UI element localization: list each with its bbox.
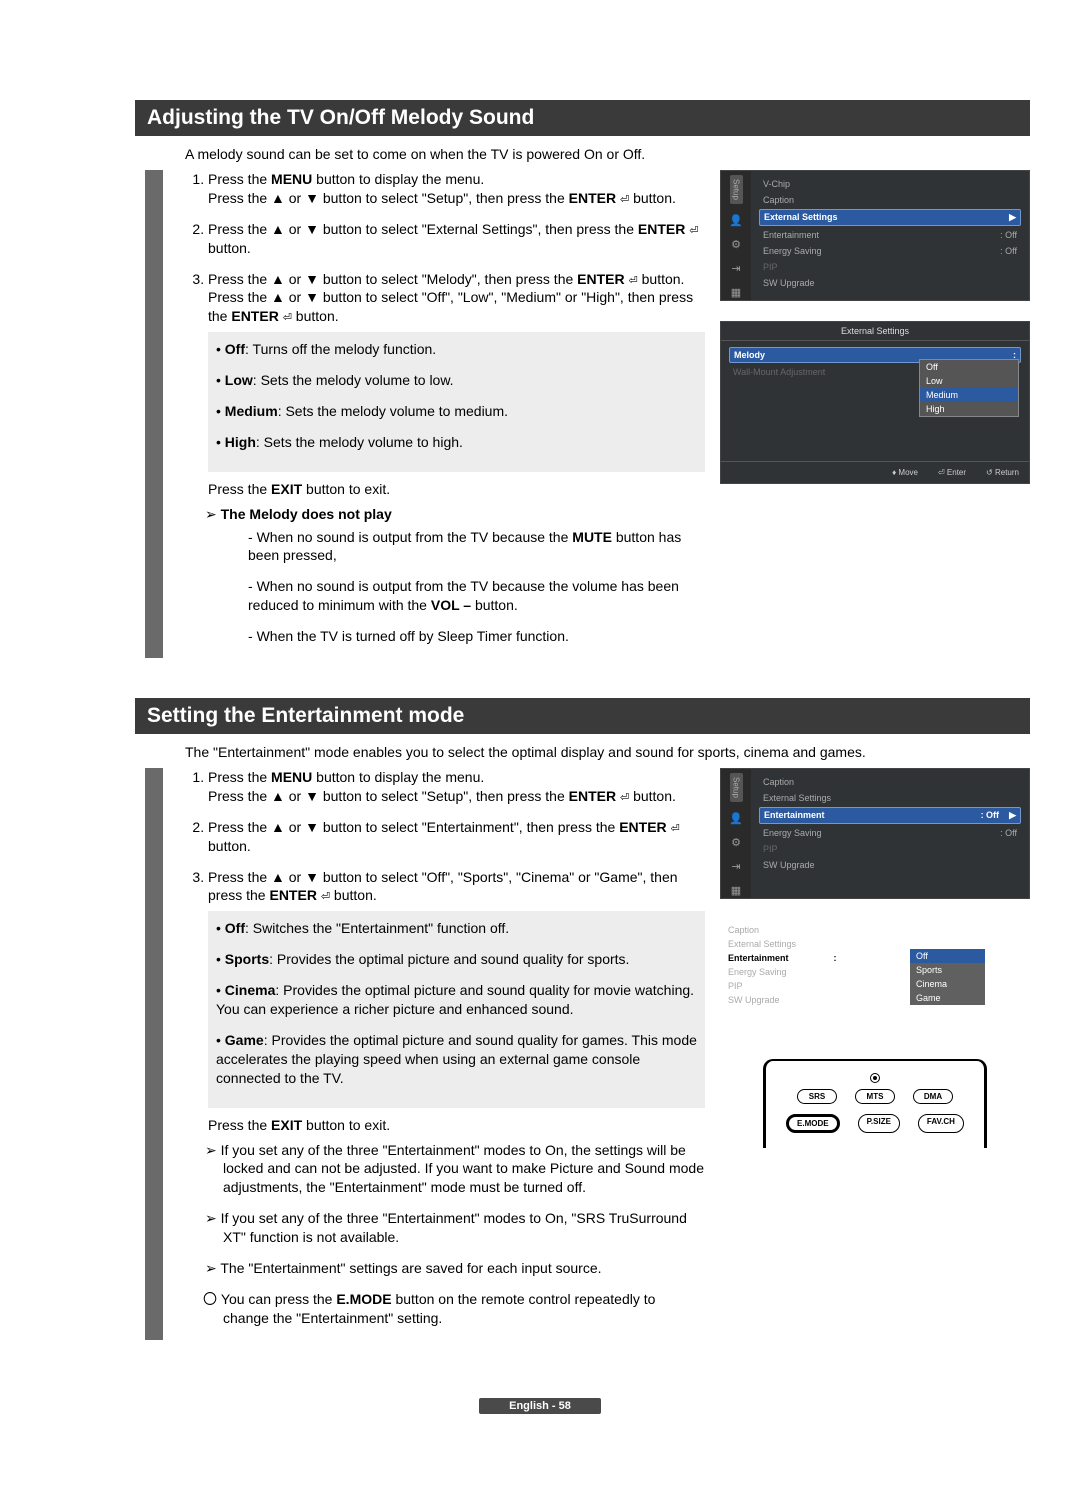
tv-screenshot-light: Caption External Settings Entertainment … xyxy=(720,919,1030,1049)
option-list: Off: Turns off the melody function. Low:… xyxy=(208,332,705,472)
enter-icon: ⏎ xyxy=(620,792,629,804)
section-title: Setting the Entertainment mode xyxy=(135,698,1030,734)
popup-item-selected: Off xyxy=(910,949,985,963)
enter-icon: ⏎ xyxy=(689,225,698,237)
melody-noplay-heading: The Melody does not play When no sound i… xyxy=(223,505,705,646)
vertical-bar xyxy=(145,170,163,658)
menu-item: Energy Saving: Off xyxy=(759,244,1021,258)
input-icon: ⇥ xyxy=(729,262,743,276)
noplay-item: When no sound is output from the TV beca… xyxy=(248,577,705,615)
remote-control-illustration: SRS MTS DMA E.MODE P.SIZE FAV.CH xyxy=(720,1059,1030,1148)
section-melody: Adjusting the TV On/Off Melody Sound A m… xyxy=(50,100,1030,658)
remote-button-mts: MTS xyxy=(855,1089,895,1104)
menu-item: PIP xyxy=(759,842,1021,856)
enter-icon: ⏎ xyxy=(321,891,330,903)
menu-item-selected: Entertainment: Off ▶ xyxy=(759,807,1021,824)
step-3: Press the ▲ or ▼ button to select "Off",… xyxy=(208,868,705,1328)
menu-item: External Settings xyxy=(759,791,1021,805)
section-title: Adjusting the TV On/Off Melody Sound xyxy=(135,100,1030,136)
option-list: Off: Switches the "Entertainment" functi… xyxy=(208,911,705,1107)
app-icon: ▦ xyxy=(729,884,743,898)
tv-screenshot-setup: Setup 👤 ⚙ ⇥ ▦ V-Chip Caption External Se… xyxy=(720,170,1030,301)
step-1: Press the MENU button to display the men… xyxy=(208,768,705,806)
gear-icon: ⚙ xyxy=(729,836,743,850)
tv-title: External Settings xyxy=(721,322,1029,341)
sidebar-label: Setup xyxy=(730,773,743,802)
gear-icon: ⚙ xyxy=(729,238,743,252)
vertical-bar xyxy=(145,768,163,1340)
step-1: Press the MENU button to display the men… xyxy=(208,170,705,208)
remote-note: You can press the E.MODE button on the r… xyxy=(223,1290,705,1328)
popup-item-selected: Medium xyxy=(920,388,1018,402)
intro-text: The "Entertainment" mode enables you to … xyxy=(185,744,1030,760)
input-icon: ⇥ xyxy=(729,860,743,874)
menu-item: PIP xyxy=(759,260,1021,274)
popup-menu: Off Sports Cinema Game xyxy=(910,949,985,1005)
footer-enter: ⏎ Enter xyxy=(938,468,966,477)
people-icon: 👤 xyxy=(729,214,743,228)
remote-button-favch: FAV.CH xyxy=(918,1114,964,1133)
noplay-item: When the TV is turned off by Sleep Timer… xyxy=(248,627,705,646)
page-footer: English - 58 xyxy=(50,1400,1030,1412)
enter-icon: ⏎ xyxy=(283,312,292,324)
menu-item: SW Upgrade xyxy=(759,276,1021,290)
step-2: Press the ▲ or ▼ button to select "Exter… xyxy=(208,220,705,258)
people-icon: 👤 xyxy=(729,812,743,826)
popup-item: Low xyxy=(920,374,1018,388)
record-icon xyxy=(870,1073,880,1083)
menu-item: Caption xyxy=(759,193,1021,207)
noplay-item: When no sound is output from the TV beca… xyxy=(248,528,705,566)
sidebar-label: Setup xyxy=(730,175,743,204)
step-3: Press the ▲ or ▼ button to select "Melod… xyxy=(208,270,705,646)
remote-button-srs: SRS xyxy=(797,1089,837,1104)
popup-item: High xyxy=(920,402,1018,416)
section-entertainment: Setting the Entertainment mode The "Ente… xyxy=(50,698,1030,1340)
popup-item: Game xyxy=(910,991,985,1005)
menu-item: Caption xyxy=(724,923,1026,937)
remote-button-dma: DMA xyxy=(913,1089,953,1104)
enter-icon: ⏎ xyxy=(671,823,680,835)
popup-item: Sports xyxy=(910,963,985,977)
page-number-badge: English - 58 xyxy=(479,1398,601,1414)
remote-button-emode: E.MODE xyxy=(786,1114,840,1133)
popup-item: Cinema xyxy=(910,977,985,991)
footer-move: ♦ Move xyxy=(892,468,918,477)
footer-return: ↺ Return xyxy=(986,468,1019,477)
enter-icon: ⏎ xyxy=(620,194,629,206)
note-item: If you set any of the three "Entertainme… xyxy=(223,1141,705,1198)
popup-menu: Off Low Medium High xyxy=(919,359,1019,417)
tv-screenshot-external: External Settings Melody: Wall-Mount Adj… xyxy=(720,321,1030,484)
menu-item: SW Upgrade xyxy=(759,858,1021,872)
enter-icon: ⏎ xyxy=(629,275,638,287)
remote-button-psize: P.SIZE xyxy=(858,1114,900,1133)
menu-item: Caption xyxy=(759,775,1021,789)
menu-item: V-Chip xyxy=(759,177,1021,191)
note-item: If you set any of the three "Entertainme… xyxy=(223,1209,705,1247)
app-icon: ▦ xyxy=(729,286,743,300)
note-item: The "Entertainment" settings are saved f… xyxy=(223,1259,705,1278)
tv-screenshot-setup: Setup 👤 ⚙ ⇥ ▦ Caption External Settings … xyxy=(720,768,1030,899)
intro-text: A melody sound can be set to come on whe… xyxy=(185,146,1030,162)
menu-item-selected: External Settings▶ xyxy=(759,209,1021,226)
menu-item: Entertainment: Off xyxy=(759,228,1021,242)
menu-item: Energy Saving: Off xyxy=(759,826,1021,840)
step-2: Press the ▲ or ▼ button to select "Enter… xyxy=(208,818,705,856)
popup-item: Off xyxy=(920,360,1018,374)
